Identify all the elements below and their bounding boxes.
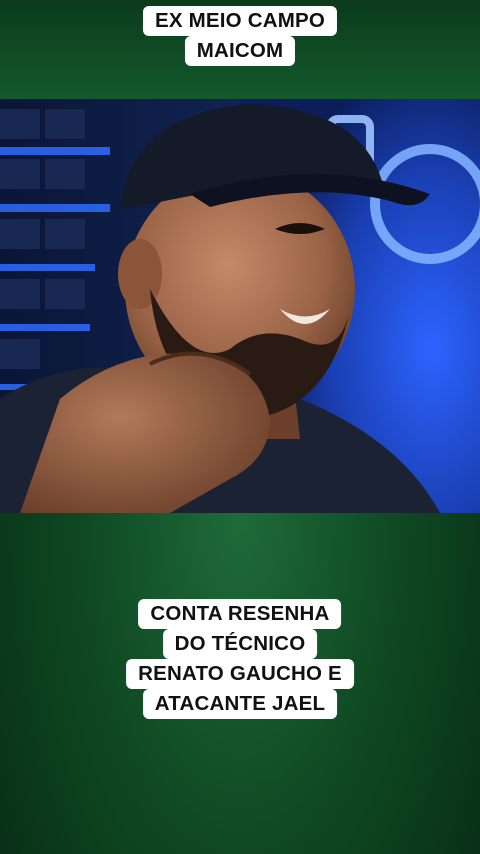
video-frame[interactable] [0, 99, 480, 513]
top-caption: EX MEIO CAMPO MAICOM [142, 6, 338, 66]
bottom-caption: CONTA RESENHA DO TÉCNICO RENATO GAUCHO E… [126, 599, 354, 719]
bottom-caption-line-3: RENATO GAUCHO E [126, 659, 354, 689]
bottom-caption-line-2: DO TÉCNICO [162, 629, 318, 659]
ear [118, 239, 162, 309]
video-scene [0, 99, 480, 513]
top-caption-line-1: EX MEIO CAMPO [142, 6, 338, 36]
bottom-caption-line-1: CONTA RESENHA [138, 599, 342, 629]
top-caption-line-2: MAICOM [184, 36, 296, 66]
bottom-caption-line-4: ATACANTE JAEL [142, 689, 338, 719]
